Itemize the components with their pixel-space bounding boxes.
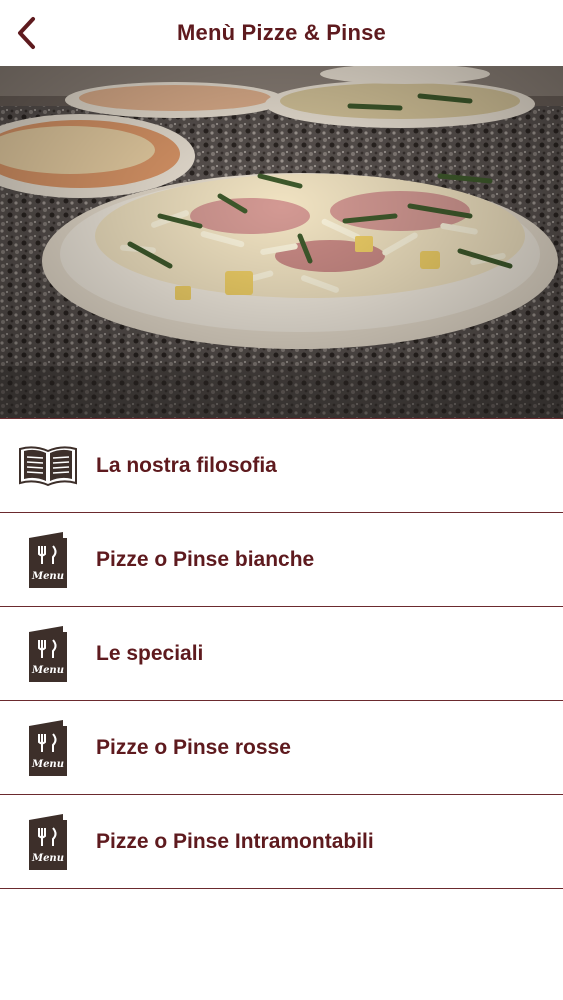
svg-text:Menu: Menu (31, 665, 64, 676)
menu-item-filosofia[interactable]: La nostra filosofia (0, 418, 563, 513)
svg-text:Menu: Menu (31, 571, 64, 582)
menu-item-label: Pizze o Pinse bianche (96, 547, 315, 571)
hero-image (0, 66, 563, 418)
menu-list: La nostra filosofia Menu Pizze o Pinse b… (0, 418, 563, 889)
menu-booklet-icon: Menu (0, 607, 96, 700)
menu-item-label: Pizze o Pinse rosse (96, 735, 291, 759)
menu-booklet-icon: Menu (0, 795, 96, 888)
chevron-left-icon (18, 17, 35, 49)
menu-item-bianche[interactable]: Menu Pizze o Pinse bianche (0, 513, 563, 607)
app-header: Menù Pizze & Pinse (0, 0, 563, 66)
menu-item-label: Pizze o Pinse Intramontabili (96, 829, 374, 853)
svg-text:Menu: Menu (31, 853, 64, 864)
open-book-icon (0, 419, 96, 512)
menu-booklet-icon: Menu (0, 513, 96, 606)
menu-booklet-icon: Menu (0, 701, 96, 794)
menu-item-rosse[interactable]: Menu Pizze o Pinse rosse (0, 701, 563, 795)
pizza-photo (0, 66, 563, 418)
menu-item-label: La nostra filosofia (96, 453, 277, 477)
menu-item-speciali[interactable]: Menu Le speciali (0, 607, 563, 701)
page-title: Menù Pizze & Pinse (177, 20, 386, 45)
svg-text:Menu: Menu (31, 759, 64, 770)
menu-item-intramontabili[interactable]: Menu Pizze o Pinse Intramontabili (0, 795, 563, 889)
back-button[interactable] (6, 13, 46, 53)
menu-item-label: Le speciali (96, 641, 204, 665)
